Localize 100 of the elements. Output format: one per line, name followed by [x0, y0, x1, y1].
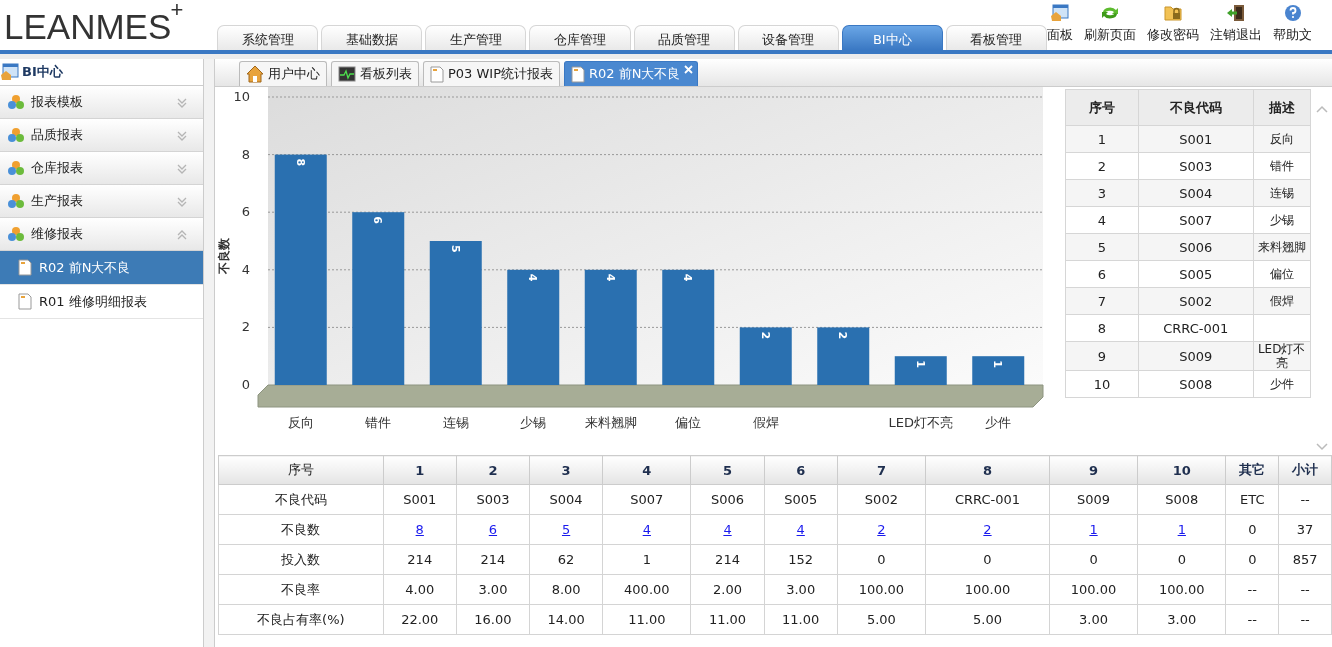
table-cell: 0	[1225, 514, 1279, 545]
nav-tab[interactable]: 看板管理	[945, 25, 1047, 50]
table-cell: 62	[529, 544, 603, 575]
expand-icon[interactable]	[177, 195, 188, 207]
count-link[interactable]: 5	[561, 522, 571, 537]
table-cell: ETC	[1225, 484, 1279, 515]
table-cell: S003	[1138, 152, 1254, 180]
table-cell: 3.00	[1137, 604, 1226, 635]
table-cell: 14.00	[529, 604, 603, 635]
table-cell: S005	[1138, 260, 1254, 288]
toolbar-link[interactable]: 修改密码	[1147, 26, 1199, 44]
collapse-icon[interactable]	[177, 228, 188, 240]
panel-title: BI中心	[22, 63, 63, 81]
count-link[interactable]: 2	[983, 522, 992, 537]
nav-tab[interactable]: 系统管理	[217, 25, 319, 50]
toolbar-link[interactable]: 帮助文	[1273, 26, 1312, 44]
bar	[817, 327, 870, 385]
scroll-up-icon[interactable]	[1316, 105, 1329, 113]
table-cell: 10	[1065, 370, 1139, 398]
category-label: 少件	[985, 415, 1012, 430]
table-cell: 11.00	[602, 604, 691, 635]
table-cell: S009	[1049, 484, 1138, 515]
column-header: 序号	[1065, 89, 1139, 126]
page-tab[interactable]: 用户中心	[239, 61, 327, 86]
dashboard-icon[interactable]	[1050, 3, 1070, 23]
expand-icon[interactable]	[177, 129, 188, 141]
table-cell: 1	[1065, 125, 1139, 153]
menu-item[interactable]: R02 前N大不良	[0, 251, 204, 285]
expand-icon[interactable]	[177, 162, 188, 174]
table-cell: --	[1278, 604, 1332, 635]
toolbar-link[interactable]: 注销退出	[1210, 26, 1262, 44]
help-icon[interactable]	[1282, 3, 1303, 23]
document-icon	[18, 293, 32, 310]
page-tab[interactable]: P03 WIP统计报表	[423, 61, 561, 86]
count-link[interactable]: 8	[415, 522, 424, 537]
splitter-handle[interactable]	[204, 59, 215, 647]
count-link[interactable]: 2	[877, 522, 886, 537]
count-link[interactable]: 4	[642, 522, 651, 537]
logout-icon[interactable]	[1226, 3, 1246, 23]
nav-tab[interactable]: 生产管理	[425, 25, 527, 50]
toolbar-link[interactable]: 刷新页面	[1084, 26, 1136, 44]
data-label: 8	[293, 158, 307, 167]
table-cell: 100.00	[1049, 574, 1138, 605]
table-cell: S009	[1138, 341, 1254, 371]
menu-item[interactable]: R01 维修明细报表	[0, 285, 204, 319]
bar	[972, 356, 1025, 385]
nav-tab[interactable]: 品质管理	[633, 25, 735, 50]
expand-icon[interactable]	[177, 96, 188, 108]
table-cell: 1	[602, 544, 691, 575]
table-cell: 5	[1065, 233, 1139, 261]
column-header: 10	[1137, 455, 1226, 485]
table-cell: 2.00	[690, 574, 765, 605]
table-cell: S002	[837, 484, 926, 515]
column-header: 8	[925, 455, 1050, 485]
table-cell: S008	[1137, 484, 1226, 515]
table-cell: --	[1278, 574, 1332, 605]
axis-tick: 6	[241, 204, 250, 220]
nav-tab[interactable]: 设备管理	[737, 25, 839, 50]
nav-tab[interactable]: 仓库管理	[529, 25, 631, 50]
data-label: 4	[603, 273, 617, 282]
table-cell: 8	[1065, 314, 1139, 342]
table-cell: 0	[1137, 544, 1226, 575]
nav-tab[interactable]: 基础数据	[321, 25, 423, 50]
axis-tick: 2	[241, 319, 250, 335]
table-cell: 3.00	[1049, 604, 1138, 635]
count-link[interactable]: 1	[1089, 522, 1098, 537]
folder-lock-icon[interactable]	[1163, 3, 1183, 23]
table-cell: S002	[1138, 287, 1254, 315]
category-label: 少锡	[520, 415, 547, 430]
table-cell: 偏位	[1253, 260, 1311, 288]
column-header: 序号	[218, 455, 384, 485]
table-cell: --	[1225, 574, 1279, 605]
table-cell: 3.00	[456, 574, 530, 605]
count-link[interactable]: 4	[796, 522, 805, 537]
table-cell: 9	[1065, 341, 1139, 371]
document-icon	[430, 65, 444, 83]
cubes-icon	[7, 94, 25, 110]
page-tab[interactable]: 看板列表	[331, 61, 419, 86]
column-header: 其它	[1225, 455, 1279, 485]
table-cell: S003	[456, 484, 530, 515]
data-label: 4	[526, 273, 540, 282]
table-cell: 100.00	[925, 574, 1050, 605]
row-header: 不良占有率(%)	[218, 604, 384, 635]
count-link[interactable]: 6	[488, 522, 498, 537]
table-cell: 2	[1065, 152, 1139, 180]
table-cell: 错件	[1253, 152, 1311, 180]
table-cell: 100.00	[1137, 574, 1226, 605]
table-cell: S005	[764, 484, 838, 515]
table-cell: 214	[690, 544, 765, 575]
page-tab[interactable]: R02 前N大不良	[564, 61, 699, 86]
table-cell: CRRC-001	[1138, 314, 1254, 342]
row-header: 不良率	[218, 574, 384, 605]
toolbar-link[interactable]: 面板	[1047, 26, 1073, 44]
count-link[interactable]: 4	[723, 522, 732, 537]
row-header: 不良代码	[218, 484, 384, 515]
count-link[interactable]: 1	[1177, 522, 1186, 537]
close-icon[interactable]	[684, 65, 694, 74]
category-label: 连锡	[442, 415, 469, 430]
scroll-down-icon[interactable]	[1316, 443, 1329, 451]
table-cell: S006	[1138, 233, 1254, 261]
